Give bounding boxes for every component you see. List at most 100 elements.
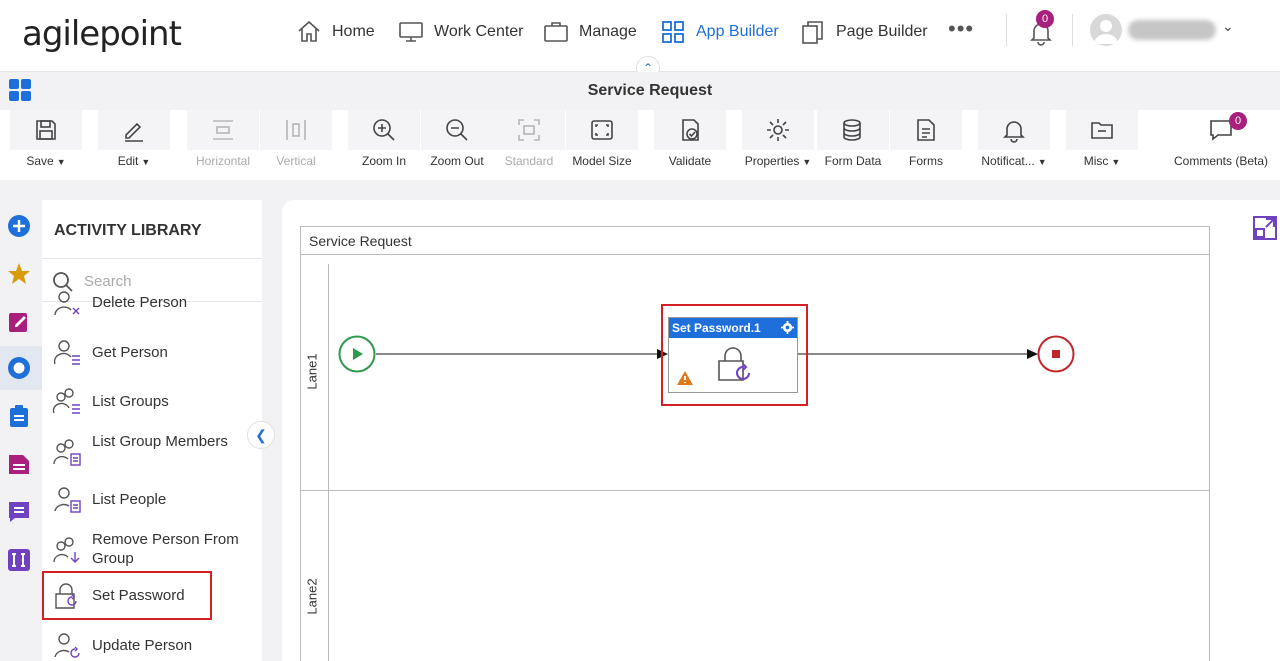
horizontal-button[interactable]: Horizontal — [187, 110, 259, 180]
list-item-set-password[interactable]: Set Password — [42, 571, 212, 620]
update-person-icon — [54, 633, 80, 658]
collapse-library-button[interactable]: ❮ — [247, 421, 275, 449]
search-input[interactable] — [84, 269, 244, 293]
nav-work-center-label: Work Center — [434, 23, 524, 40]
standard-button[interactable]: Standard — [493, 110, 565, 180]
list-item-get-person[interactable]: Get Person — [42, 336, 262, 368]
standard-size-icon — [518, 119, 540, 141]
comments-button[interactable]: 0 Comments (Beta) — [1174, 110, 1268, 180]
nav-work-center[interactable]: Work Center — [398, 18, 524, 46]
list-item-list-groups[interactable]: List Groups — [42, 385, 262, 417]
nav-manage-label: Manage — [579, 23, 637, 40]
nav-manage[interactable]: Manage — [543, 18, 637, 46]
nav-home[interactable]: Home — [296, 18, 375, 46]
notification-badge: 0 — [1036, 10, 1054, 28]
zoom-out-button[interactable]: Zoom Out — [421, 110, 493, 180]
list-item-list-people[interactable]: List People — [42, 483, 262, 515]
remove-person-icon — [53, 537, 80, 563]
model-size-label: Model Size — [572, 154, 632, 168]
misc-button[interactable]: Misc ▼ — [1066, 110, 1138, 180]
zoom-in-icon — [373, 119, 395, 141]
horizontal-label: Horizontal — [195, 154, 251, 168]
lane-2[interactable]: Lane2 — [301, 491, 1209, 661]
pool[interactable]: Service Request Lane1 Lane2 — [300, 226, 1210, 661]
zoom-out-icon — [446, 119, 468, 141]
list-item-list-group-members[interactable]: List Group Members — [42, 430, 262, 474]
message-icon[interactable] — [7, 500, 31, 524]
notifications-menu-button[interactable]: Notificat... ▼ — [978, 110, 1050, 180]
process-icon[interactable] — [7, 356, 31, 380]
zoom-in-button[interactable]: Zoom In — [348, 110, 420, 180]
star-icon[interactable] — [7, 262, 31, 286]
document-icon[interactable] — [7, 452, 31, 476]
model-size-button[interactable]: Model Size — [566, 110, 638, 180]
user-icon — [1094, 20, 1118, 44]
chevron-down-icon: ▼ — [802, 157, 812, 167]
list-item-remove-person-from-group[interactable]: Remove Person From Group — [42, 528, 262, 572]
forms-icon — [917, 119, 935, 141]
vertical-button[interactable]: Vertical — [260, 110, 332, 180]
forms-label: Forms — [909, 154, 943, 168]
nav-app-builder[interactable]: App Builder — [660, 18, 779, 46]
list-item-label: List Groups — [92, 393, 169, 410]
save-button[interactable]: Save ▼ — [10, 110, 82, 180]
end-event[interactable] — [1037, 335, 1075, 373]
vertical-label: Vertical — [276, 154, 316, 168]
form-edit-icon[interactable] — [7, 310, 31, 334]
list-item-label: Remove Person From Group — [92, 531, 239, 567]
briefcase-icon — [544, 22, 568, 42]
chevron-down-icon: ▼ — [1037, 157, 1047, 167]
expand-icon[interactable] — [1252, 215, 1278, 241]
add-icon[interactable] — [7, 214, 31, 238]
more-icon[interactable]: ••• — [948, 16, 974, 42]
nav-page-builder[interactable]: Page Builder — [800, 18, 928, 46]
set-password-activity[interactable]: Set Password.1 — [668, 317, 798, 393]
notifications-label: Notificat... — [981, 154, 1035, 168]
nav-app-builder-label: App Builder — [696, 23, 779, 40]
properties-label: Properties — [744, 154, 800, 168]
edit-button[interactable]: Edit ▼ — [98, 110, 170, 180]
form-data-button[interactable]: Form Data — [817, 110, 889, 180]
save-icon — [36, 120, 56, 140]
zoom-out-label: Zoom Out — [430, 154, 484, 168]
comments-label: Comments (Beta) — [1174, 154, 1269, 168]
zoom-in-label: Zoom In — [361, 154, 406, 168]
gear-icon — [767, 119, 789, 141]
app-root: agilepoint Home Work Center Manage App B… — [0, 0, 1280, 661]
list-people-icon — [54, 487, 81, 513]
list-item-delete-person[interactable]: Delete Person — [42, 291, 262, 316]
list-item-label: Set Password — [92, 587, 185, 604]
validate-icon — [682, 119, 699, 141]
pool-title: Service Request — [301, 227, 1209, 255]
chevron-down-icon: ▼ — [141, 157, 151, 167]
list-item-label: Update Person — [92, 637, 193, 654]
chevron-down-icon[interactable]: ⌄ — [1222, 18, 1234, 35]
database-icon — [843, 119, 861, 141]
horizontal-layout-icon — [213, 120, 233, 140]
list-item-update-person[interactable]: Update Person — [42, 629, 262, 661]
page-title: Service Request — [587, 82, 713, 99]
app-grid-icon — [662, 21, 684, 43]
start-event[interactable] — [338, 335, 376, 373]
validate-button[interactable]: Validate — [654, 110, 726, 180]
lock-refresh-icon — [718, 347, 750, 381]
edit-label: Edit — [117, 154, 139, 168]
validate-label: Validate — [668, 154, 712, 168]
lane-header: Lane1 — [301, 264, 329, 490]
avatar[interactable] — [1090, 14, 1122, 46]
nav-page-builder-label: Page Builder — [836, 23, 928, 40]
vertical-layout-icon — [286, 120, 306, 140]
left-rail — [0, 200, 42, 661]
logo: agilepoint — [22, 14, 182, 54]
forms-button[interactable]: Forms — [890, 110, 962, 180]
properties-button[interactable]: Properties ▼ — [742, 110, 814, 180]
list-groups-icon — [52, 388, 80, 414]
notifications-button[interactable]: 0 — [1027, 10, 1055, 46]
set-password-icon — [55, 583, 77, 609]
text-field-icon[interactable] — [7, 548, 31, 572]
clipboard-icon[interactable] — [7, 404, 31, 428]
fit-screen-icon — [591, 120, 613, 140]
home-icon — [298, 20, 320, 42]
gear-icon[interactable] — [781, 321, 794, 334]
comments-badge: 0 — [1229, 112, 1247, 130]
